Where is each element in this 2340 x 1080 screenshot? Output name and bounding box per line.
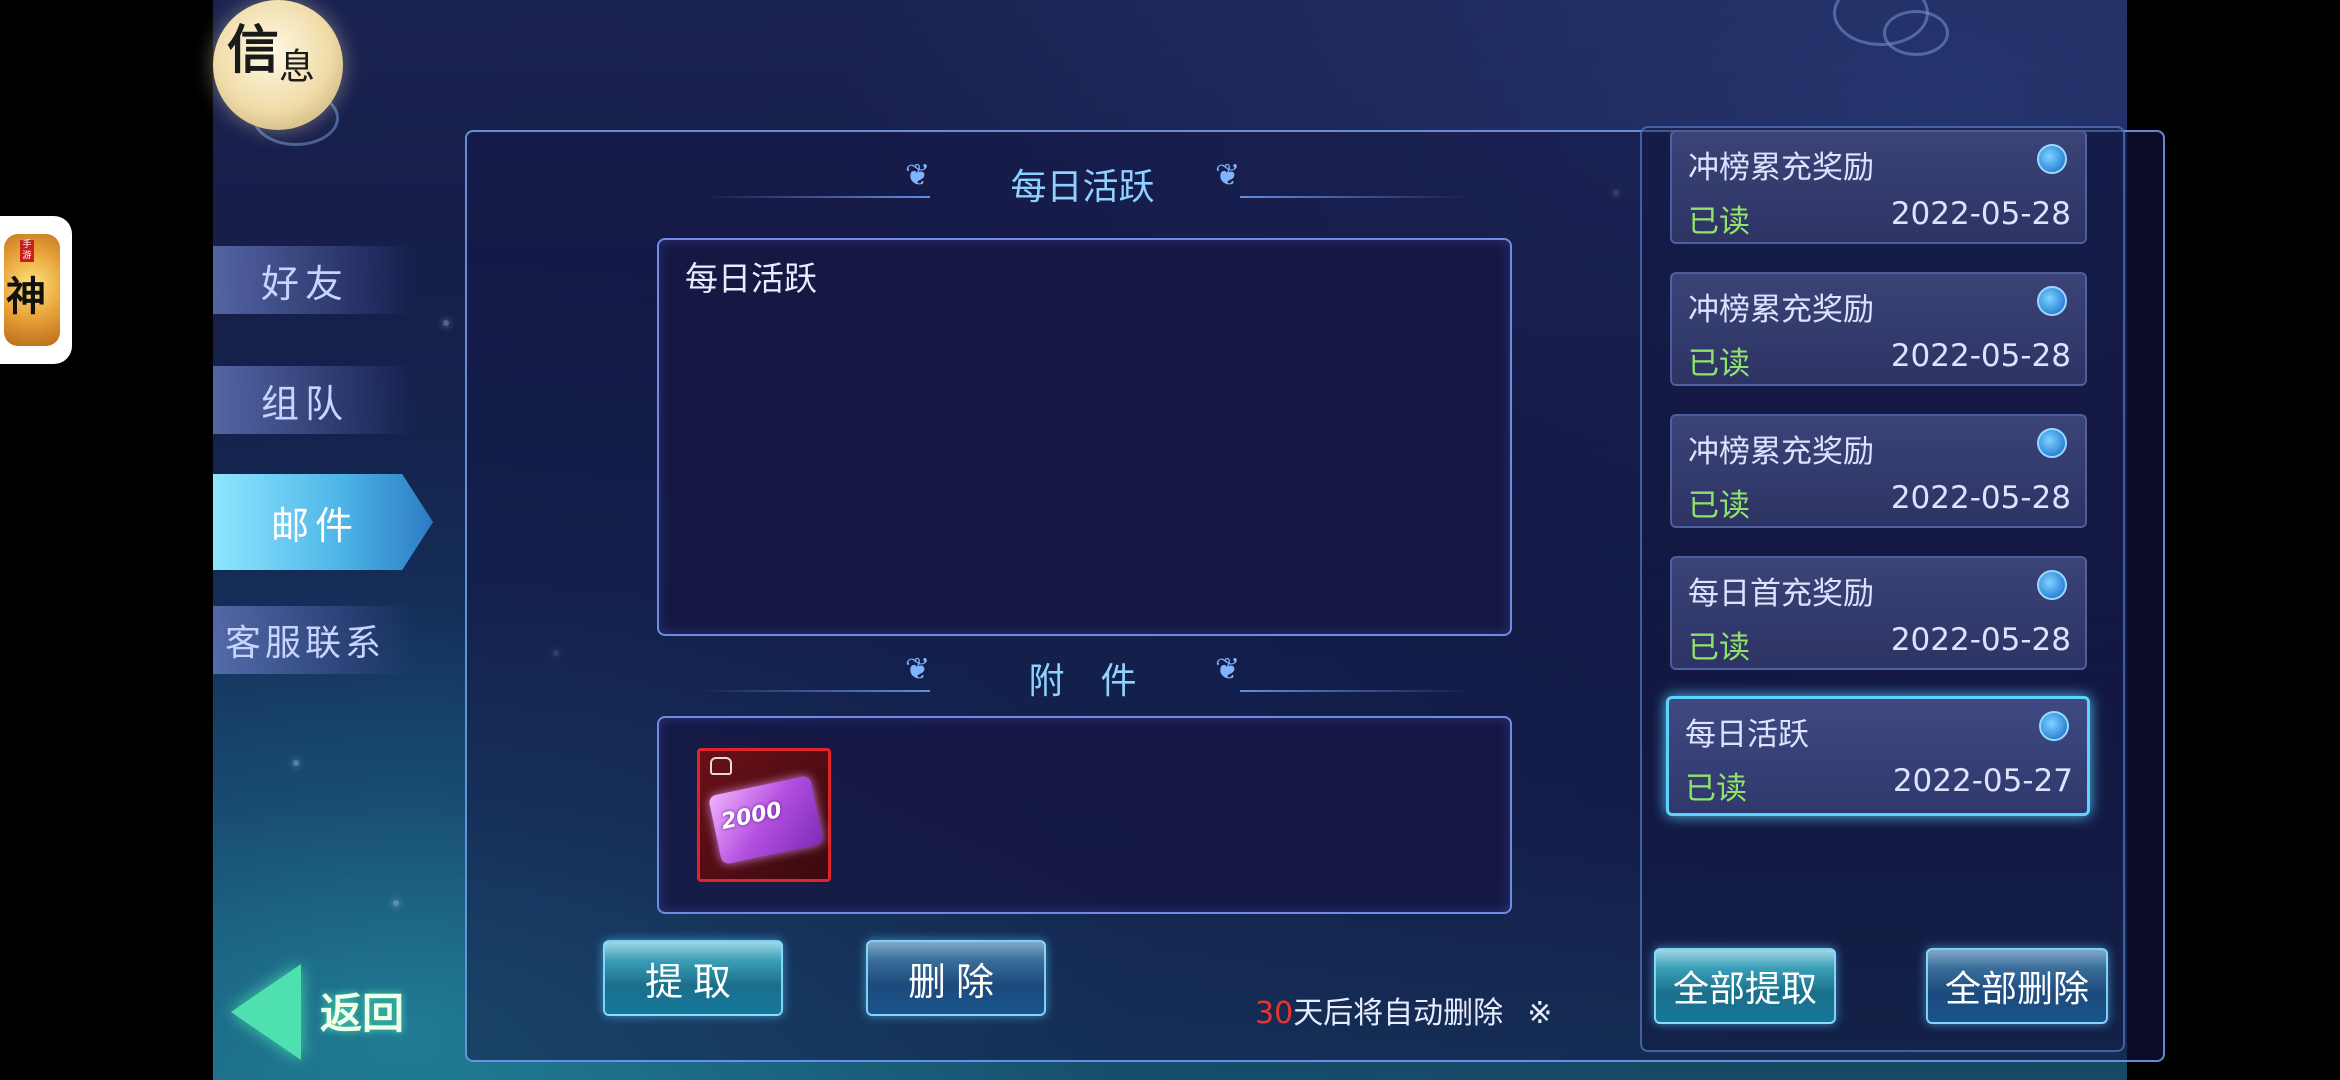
mail-item-status: 已读 <box>1688 630 1750 666</box>
claim-button-label: 提取 <box>644 959 741 1004</box>
emblem-char: 信 <box>227 20 280 81</box>
tab-customer-service[interactable]: 客服联系 <box>213 606 413 674</box>
mail-list-item[interactable]: 每日首充奖励 已读 2022-05-28 <box>1670 556 2087 670</box>
read-indicator-icon <box>2037 428 2067 458</box>
sparkle <box>443 320 449 326</box>
claim-all-label: 全部提取 <box>1672 969 1817 1010</box>
emblem-char: 息 <box>279 47 316 88</box>
title-divider <box>1240 690 1470 692</box>
purple-ticket-icon: 2000 <box>707 774 825 866</box>
sparkle <box>293 760 299 766</box>
mail-title: 每日活跃 <box>1010 167 1155 208</box>
wing-ornament-icon: ❦ <box>1215 652 1241 687</box>
mail-item-status: 已读 <box>1688 204 1750 240</box>
attachment-box: 2000 <box>657 716 1512 914</box>
tab-label: 邮件 <box>270 503 359 548</box>
mail-item-title: 每日活跃 <box>1685 717 1809 753</box>
mail-item-date: 2022-05-28 <box>1890 480 2071 516</box>
attachment-item-slot[interactable]: 2000 <box>697 748 831 882</box>
delete-all-label: 全部删除 <box>1944 969 2089 1010</box>
tab-team[interactable]: 组队 <box>213 366 413 434</box>
delete-button-label: 删除 <box>907 959 1004 1004</box>
back-button[interactable]: 返回 <box>225 958 425 1068</box>
read-indicator-icon <box>2037 286 2067 316</box>
mail-item-status: 已读 <box>1685 771 1747 807</box>
title-divider <box>1240 196 1470 198</box>
ticket-value: 2000 <box>719 797 785 836</box>
auto-delete-notice: 30天后将自动删除 ※ <box>1255 988 1552 1032</box>
mail-item-date: 2022-05-28 <box>1890 196 2071 232</box>
read-indicator-icon <box>2039 711 2069 741</box>
delete-all-button[interactable]: 全部删除 <box>1926 948 2108 1024</box>
delete-button[interactable]: 删除 <box>866 940 1046 1016</box>
mail-item-date: 2022-05-27 <box>1892 763 2073 799</box>
read-indicator-icon <box>2037 570 2067 600</box>
attachment-title: 附 件 <box>1028 661 1137 702</box>
app-icon-seal: 手游 <box>20 240 34 262</box>
mail-body-box: 每日活跃 <box>657 238 1512 636</box>
claim-all-button[interactable]: 全部提取 <box>1654 948 1836 1024</box>
mail-item-title: 冲榜累充奖励 <box>1688 292 1874 328</box>
read-indicator-icon <box>2037 144 2067 174</box>
notice-mark: ※ <box>1527 996 1553 1031</box>
notice-text: 天后将自动删除 <box>1293 996 1504 1031</box>
back-label: 返回 <box>320 989 405 1038</box>
mail-list-item-selected[interactable]: 每日活跃 已读 2022-05-27 <box>1666 696 2090 816</box>
mail-list-item[interactable]: 冲榜累充奖励 已读 2022-05-28 <box>1670 272 2087 386</box>
mail-item-title: 每日首充奖励 <box>1688 576 1874 612</box>
mail-item-date: 2022-05-28 <box>1890 338 2071 374</box>
wing-ornament-icon: ❦ <box>1215 158 1241 193</box>
tab-label: 组队 <box>260 381 349 426</box>
mail-item-status: 已读 <box>1688 346 1750 382</box>
claim-button[interactable]: 提取 <box>603 940 783 1016</box>
info-emblem: 信 息 <box>213 0 343 130</box>
cloud-ornament <box>1883 10 1949 56</box>
tab-label: 客服联系 <box>224 623 385 664</box>
mail-body-text: 每日活跃 <box>685 259 817 298</box>
lock-icon <box>710 757 732 775</box>
mail-list-item[interactable]: 冲榜累充奖励 已读 2022-05-28 <box>1670 414 2087 528</box>
app-icon-glyph: 神 <box>6 273 46 320</box>
mail-item-status: 已读 <box>1688 488 1750 524</box>
sparkle <box>393 900 399 906</box>
mail-item-title: 冲榜累充奖励 <box>1688 150 1874 186</box>
side-app-icon[interactable]: 手游 神 <box>0 216 72 364</box>
tab-mail[interactable]: 邮件 <box>213 474 433 570</box>
notice-days: 30 <box>1255 996 1294 1031</box>
mail-item-date: 2022-05-28 <box>1890 622 2071 658</box>
mail-item-title: 冲榜累充奖励 <box>1688 434 1874 470</box>
tab-friends[interactable]: 好友 <box>213 246 413 314</box>
tab-label: 好友 <box>260 261 349 306</box>
back-arrow-icon <box>231 964 301 1060</box>
mail-list-item[interactable]: 冲榜累充奖励 已读 2022-05-28 <box>1670 130 2087 244</box>
